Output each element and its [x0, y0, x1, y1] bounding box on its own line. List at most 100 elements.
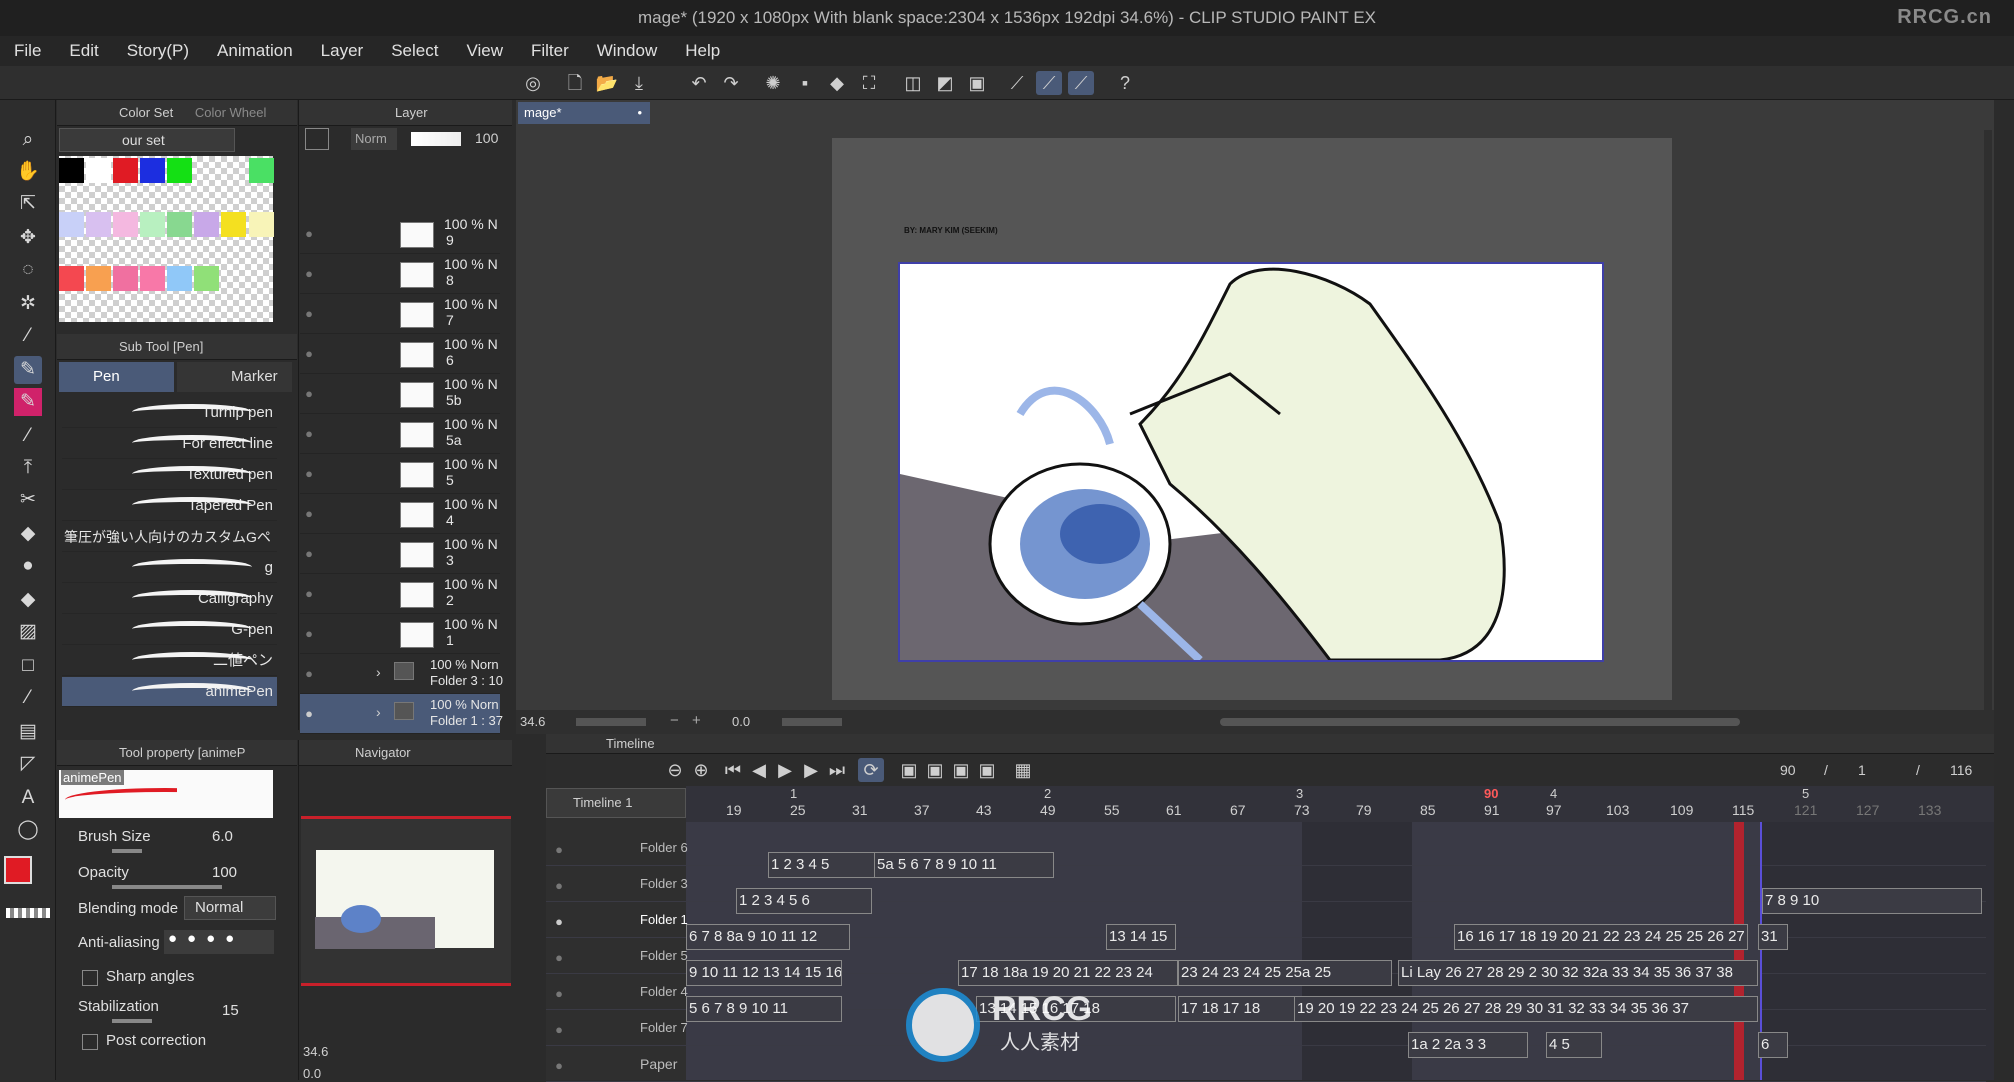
- eye-icon[interactable]: ●: [300, 226, 318, 241]
- eye-icon[interactable]: ●: [550, 842, 568, 857]
- decoration-icon[interactable]: ✂: [14, 486, 42, 514]
- last-frame-icon[interactable]: ⏭: [824, 758, 850, 782]
- clear-icon[interactable]: ✺: [760, 71, 786, 95]
- eye-icon[interactable]: ●: [300, 466, 318, 481]
- brush-size-value[interactable]: 6.0: [212, 828, 233, 845]
- loop-icon[interactable]: ⟳: [858, 758, 884, 782]
- clip-studio-icon[interactable]: ◎: [520, 71, 546, 95]
- subtool-gpen[interactable]: G-pen: [62, 615, 277, 645]
- eye-icon[interactable]: ●: [300, 586, 318, 601]
- navigator-zoom[interactable]: 34.6: [303, 1044, 328, 1059]
- eye-icon[interactable]: ●: [550, 878, 568, 893]
- eye-icon[interactable]: ●: [300, 706, 318, 721]
- eye-icon[interactable]: ●: [300, 546, 318, 561]
- eraser-icon[interactable]: ◆: [14, 520, 42, 548]
- cel-block[interactable]: 17 18 18a 19 20 21 22 23 24: [958, 960, 1178, 986]
- eye-icon[interactable]: ●: [550, 1022, 568, 1037]
- cel-block[interactable]: 31: [1758, 924, 1788, 950]
- subtool-tapered-pen[interactable]: Tapered Pen: [62, 491, 277, 521]
- lightbox-icon[interactable]: ▦: [1010, 758, 1036, 782]
- save-icon[interactable]: ⤓: [626, 71, 652, 95]
- menu-help[interactable]: Help: [671, 36, 734, 66]
- stabilization-slider[interactable]: [112, 1019, 152, 1023]
- canvas-area[interactable]: mage* • BY: MARY KIM (SEEKIM): [516, 100, 1994, 710]
- next-frame-icon[interactable]: ▶: [798, 758, 824, 782]
- move-icon[interactable]: ✥: [14, 224, 42, 252]
- subtool-custom-gpen[interactable]: 筆圧が強い人向けのカスタムGペ: [62, 522, 277, 552]
- canvas-angle[interactable]: 0.0: [732, 714, 750, 729]
- menu-filter[interactable]: Filter: [517, 36, 583, 66]
- layer-tab[interactable]: Layer: [299, 100, 512, 126]
- subtool-animepen[interactable]: animePen: [62, 677, 277, 707]
- clear-outside-icon[interactable]: ▪: [792, 71, 818, 95]
- eye-icon[interactable]: ●: [300, 266, 318, 281]
- blend-icon[interactable]: ●: [14, 552, 42, 580]
- transparent-color-swatch[interactable]: [6, 908, 50, 918]
- brush-size-slider[interactable]: [112, 849, 142, 853]
- menu-window[interactable]: Window: [583, 36, 671, 66]
- playhead-line[interactable]: [1734, 822, 1744, 1080]
- subtool-turnip-pen[interactable]: Turnip pen: [62, 398, 277, 428]
- layer-row[interactable]: ● 100 % N1: [300, 614, 500, 654]
- layer-row[interactable]: ● 100 % N2: [300, 574, 500, 614]
- color-set-tab[interactable]: Color Set: [119, 105, 173, 120]
- open-folder-icon[interactable]: 📂: [594, 71, 620, 95]
- crop-icon[interactable]: ◫: [900, 71, 926, 95]
- zoom-in-icon[interactable]: +: [692, 712, 701, 729]
- subtool-binary-pen[interactable]: 二値ペン: [62, 646, 277, 676]
- cel-block[interactable]: 5a 5 6 7 8 9 10 11: [874, 852, 1054, 878]
- cel-block[interactable]: 1 2 3 4 5 6: [736, 888, 872, 914]
- sharp-angles-checkbox[interactable]: [82, 970, 98, 986]
- figure-icon[interactable]: □: [14, 652, 42, 680]
- opacity-value[interactable]: 100: [212, 864, 237, 881]
- post-correction-checkbox[interactable]: [82, 1034, 98, 1050]
- cel-block[interactable]: 16 16 17 18 19 20 21 22 23 24 25 25 26 2…: [1454, 924, 1748, 950]
- eye-icon[interactable]: ●: [300, 626, 318, 641]
- help-icon[interactable]: ?: [1112, 71, 1138, 95]
- zoom-icon[interactable]: ⌕: [14, 126, 42, 154]
- new-animation-folder-icon[interactable]: ▣: [896, 758, 922, 782]
- auto-select-icon[interactable]: ✲: [14, 290, 42, 318]
- timeline-ruler[interactable]: 1 2 3 4 5 19 25 31 37 43 49 55 61 67 73 …: [686, 786, 1994, 822]
- layer-row[interactable]: ● 100 % N3: [300, 534, 500, 574]
- new-cel-icon[interactable]: ▣: [922, 758, 948, 782]
- folder-row[interactable]: ● › 100 % Norn Folder 3 : 10: [300, 654, 503, 694]
- pencil-icon[interactable]: ✎: [14, 388, 42, 416]
- balloon-icon[interactable]: ◯: [14, 816, 42, 844]
- eye-icon[interactable]: ●: [550, 914, 568, 929]
- undo-icon[interactable]: ↶: [686, 71, 712, 95]
- cel-block[interactable]: 6 7 8 8a 9 10 11 12: [686, 924, 850, 950]
- eye-icon[interactable]: ●: [550, 950, 568, 965]
- color-swatch-grid[interactable]: [59, 156, 274, 322]
- layer-row[interactable]: ● 100 % N 5a: [300, 414, 500, 454]
- main-color-swatch[interactable]: [4, 856, 32, 884]
- layer-row[interactable]: ● 100 % N9: [300, 214, 500, 254]
- track-folder6[interactable]: ● Folder 6: [546, 830, 1986, 866]
- snap-ruler-icon[interactable]: ⟋: [1004, 71, 1030, 95]
- navigator-preview[interactable]: [301, 816, 511, 986]
- eye-icon[interactable]: ●: [550, 986, 568, 1001]
- eye-icon[interactable]: ●: [300, 506, 318, 521]
- blending-dropdown[interactable]: Normal: [184, 896, 276, 920]
- layer-row[interactable]: ● 100 % N4: [300, 494, 500, 534]
- subtool-g[interactable]: g: [62, 553, 277, 583]
- canvas-tab[interactable]: mage* •: [518, 102, 650, 124]
- layer-row[interactable]: ● 100 % N6: [300, 334, 500, 374]
- navigator-rotation[interactable]: 0.0: [303, 1066, 321, 1081]
- zoom-out-icon[interactable]: −: [670, 712, 679, 729]
- canvas-vscroll[interactable]: [1984, 130, 1992, 710]
- end-frame[interactable]: 116: [1950, 762, 1972, 778]
- canvas-zoom[interactable]: 34.6: [520, 714, 545, 729]
- cel-block[interactable]: 5 6 7 8 9 10 11: [686, 996, 842, 1022]
- eye-icon[interactable]: ●: [300, 346, 318, 361]
- operation-icon[interactable]: ⇱: [14, 190, 42, 218]
- chevron-right-icon[interactable]: ›: [376, 664, 381, 680]
- hide-selection-icon[interactable]: ◩: [932, 71, 958, 95]
- layer-row[interactable]: ● 100 % N5: [300, 454, 500, 494]
- canvas-hscroll[interactable]: [1220, 718, 1740, 726]
- subtool-textured-pen[interactable]: Textured pen: [62, 460, 277, 490]
- pen-tab[interactable]: Pen: [59, 362, 174, 392]
- frame-border-icon[interactable]: ▤: [14, 718, 42, 746]
- play-icon[interactable]: ▶: [772, 758, 798, 782]
- redo-icon[interactable]: ↷: [718, 71, 744, 95]
